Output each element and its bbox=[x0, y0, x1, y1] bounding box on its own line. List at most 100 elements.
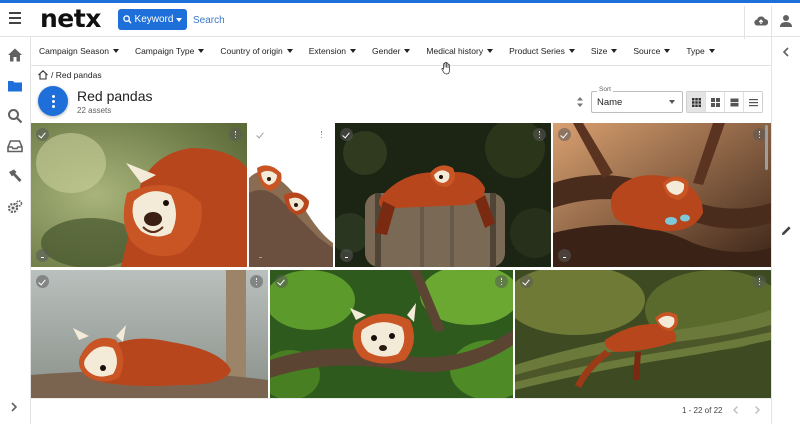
keyword-label: Keyword bbox=[134, 14, 174, 25]
more-options-icon[interactable] bbox=[250, 275, 263, 288]
previous-page-icon[interactable] bbox=[731, 405, 741, 415]
caret-down-icon bbox=[487, 49, 494, 53]
grid-small-icon bbox=[710, 97, 720, 107]
asset-tile[interactable] bbox=[31, 270, 268, 398]
caret-down-icon bbox=[176, 17, 183, 22]
asset-count: 22 assets bbox=[77, 106, 112, 115]
view-compact-button[interactable] bbox=[725, 92, 744, 112]
more-options-icon[interactable] bbox=[229, 128, 242, 141]
more-options-icon[interactable] bbox=[753, 275, 766, 288]
pagination-status: 1 - 22 of 22 bbox=[682, 406, 723, 415]
more-options-icon[interactable] bbox=[315, 128, 328, 141]
next-page-icon[interactable] bbox=[752, 405, 762, 415]
caret-down-icon bbox=[404, 49, 411, 53]
caret-down-icon bbox=[664, 49, 671, 53]
edit-pencil-icon[interactable] bbox=[781, 225, 792, 236]
expand-rail-chevron-icon[interactable] bbox=[9, 402, 19, 412]
search-input[interactable] bbox=[191, 11, 495, 29]
caret-down-icon bbox=[611, 49, 618, 53]
red-panda-photo bbox=[249, 123, 333, 267]
asset-tile[interactable] bbox=[270, 270, 513, 398]
user-account-icon[interactable] bbox=[779, 14, 793, 28]
filter-source[interactable]: Source bbox=[625, 46, 678, 56]
breadcrumb-current: / Red pandas bbox=[51, 70, 102, 80]
header-divider bbox=[771, 6, 772, 39]
more-options-icon[interactable] bbox=[495, 275, 508, 288]
search-icon[interactable] bbox=[7, 108, 23, 124]
folder-icon[interactable] bbox=[7, 78, 23, 94]
download-icon[interactable] bbox=[254, 249, 267, 262]
red-panda-photo bbox=[31, 123, 247, 267]
filter-gender[interactable]: Gender bbox=[364, 46, 418, 56]
select-checkbox[interactable] bbox=[520, 275, 533, 288]
caret-down-icon bbox=[350, 49, 357, 53]
breadcrumb: / Red pandas bbox=[38, 70, 102, 80]
select-checkbox[interactable] bbox=[558, 128, 571, 141]
app-logo[interactable]: netx bbox=[40, 4, 101, 34]
compact-view-icon bbox=[730, 98, 738, 106]
caret-down-icon bbox=[568, 49, 575, 53]
search-icon bbox=[122, 15, 132, 24]
left-nav-rail bbox=[0, 37, 31, 424]
settings-gears-icon[interactable] bbox=[7, 199, 23, 215]
app-header: netx Keyword bbox=[0, 3, 800, 39]
download-icon[interactable] bbox=[340, 249, 353, 262]
red-panda-photo bbox=[31, 270, 268, 398]
caret-down-icon bbox=[112, 49, 119, 53]
asset-tile[interactable] bbox=[553, 123, 771, 267]
grid-large-icon bbox=[691, 97, 701, 107]
filter-type[interactable]: Type bbox=[678, 46, 722, 56]
collapse-panel-chevron-icon[interactable] bbox=[781, 47, 791, 57]
red-panda-photo bbox=[553, 123, 771, 267]
menu-icon[interactable] bbox=[6, 8, 26, 28]
filter-campaign-season[interactable]: Campaign Season bbox=[31, 46, 127, 56]
keyword-search-button[interactable]: Keyword bbox=[118, 9, 187, 30]
filter-medical-history[interactable]: Medical history bbox=[418, 46, 501, 56]
caret-down-icon bbox=[669, 100, 675, 104]
download-icon[interactable] bbox=[36, 249, 49, 262]
select-checkbox[interactable] bbox=[340, 128, 353, 141]
caret-down-icon bbox=[708, 49, 715, 53]
page-title: Red pandas bbox=[77, 88, 153, 104]
download-icon[interactable] bbox=[558, 249, 571, 262]
view-list-button[interactable] bbox=[744, 92, 762, 112]
select-checkbox[interactable] bbox=[275, 275, 288, 288]
filter-campaign-type[interactable]: Campaign Type bbox=[127, 46, 212, 56]
asset-tile[interactable] bbox=[515, 270, 771, 398]
select-checkbox[interactable] bbox=[36, 128, 49, 141]
caret-down-icon bbox=[198, 49, 205, 53]
mouse-pointer-icon bbox=[441, 62, 450, 75]
header-divider bbox=[744, 6, 745, 39]
list-icon bbox=[748, 98, 758, 106]
view-grid-small-button[interactable] bbox=[706, 92, 725, 112]
right-panel-rail bbox=[771, 37, 800, 424]
filter-extension[interactable]: Extension bbox=[301, 46, 364, 56]
view-grid-large-button[interactable] bbox=[687, 92, 706, 112]
sort-direction-icon[interactable] bbox=[576, 96, 584, 108]
red-panda-photo bbox=[335, 123, 551, 267]
grid-scrollbar[interactable] bbox=[765, 125, 768, 170]
asset-grid bbox=[31, 123, 771, 398]
caret-down-icon bbox=[286, 49, 293, 53]
more-options-icon[interactable] bbox=[533, 128, 546, 141]
red-panda-photo bbox=[270, 270, 513, 398]
asset-tile[interactable] bbox=[335, 123, 551, 267]
red-panda-photo bbox=[515, 270, 771, 398]
inbox-icon[interactable] bbox=[7, 138, 23, 154]
select-checkbox[interactable] bbox=[254, 128, 267, 141]
home-icon[interactable] bbox=[7, 47, 23, 63]
select-checkbox[interactable] bbox=[36, 275, 49, 288]
home-icon[interactable] bbox=[38, 70, 48, 80]
facet-filter-bar: Campaign Season Campaign Type Country of… bbox=[31, 37, 771, 66]
folder-actions-button[interactable] bbox=[38, 86, 68, 116]
footer-divider bbox=[31, 398, 771, 399]
filter-country-of-origin[interactable]: Country of origin bbox=[212, 46, 300, 56]
asset-tile[interactable] bbox=[31, 123, 247, 267]
asset-tile[interactable] bbox=[249, 123, 333, 267]
cloud-upload-icon[interactable] bbox=[754, 15, 768, 27]
filter-product-series[interactable]: Product Series bbox=[501, 46, 583, 56]
sort-label: Sort bbox=[597, 86, 613, 93]
filter-size[interactable]: Size bbox=[583, 46, 626, 56]
hammer-icon[interactable] bbox=[7, 168, 23, 184]
sort-select[interactable]: Sort Name bbox=[591, 86, 683, 113]
